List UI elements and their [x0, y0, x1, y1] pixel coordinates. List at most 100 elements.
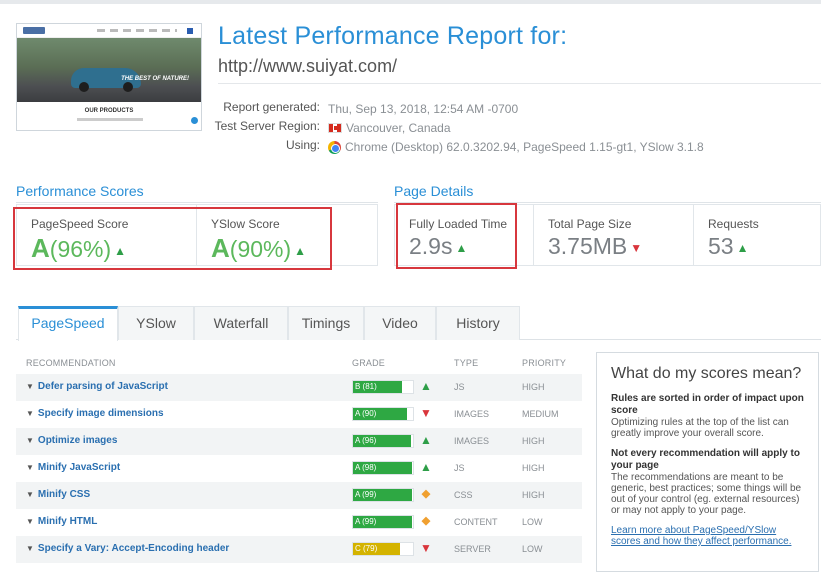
type-cell: SERVER — [454, 544, 491, 554]
recommendation-label[interactable]: ▼ Minify JavaScript — [26, 462, 120, 473]
trend-up-icon: ▲ — [736, 240, 749, 255]
expand-caret-icon[interactable]: ▼ — [26, 409, 34, 418]
grade-fill: A (99) — [353, 489, 412, 501]
chevron-down-icon: ▼ — [420, 541, 432, 555]
help-text-1: Optimizing rules at the top of the list … — [611, 417, 789, 439]
highlight-fully-loaded — [396, 203, 517, 269]
trend-down-icon: ▼ — [630, 240, 643, 255]
col-grade[interactable]: GRADE — [352, 358, 385, 368]
meta-value: Vancouver, Canada — [328, 119, 451, 137]
tab-timings[interactable]: Timings — [288, 306, 364, 340]
type-cell: IMAGES — [454, 436, 490, 446]
tab-yslow[interactable]: YSlow — [118, 306, 194, 340]
table-row[interactable]: ▼ Minify CSS A (99) ◆ CSS HIGH — [16, 482, 582, 509]
recommendation-label[interactable]: ▼ Specify a Vary: Accept-Encoding header — [26, 543, 229, 554]
priority-cell: LOW — [522, 517, 543, 527]
performance-scores-label: Performance Scores — [16, 183, 144, 199]
recommendation-text: Defer parsing of JavaScript — [37, 381, 168, 392]
type-cell: CONTENT — [454, 517, 498, 527]
col-priority[interactable]: PRIORITY — [522, 358, 566, 368]
type-cell: CSS — [454, 490, 473, 500]
car-wheel — [123, 82, 133, 92]
thumbnail-nav-links — [97, 29, 177, 32]
page-thumbnail[interactable]: THE BEST OF NATURE! OUR PRODUCTS — [16, 23, 202, 131]
chrome-icon — [328, 140, 341, 154]
recommendation-label[interactable]: ▼ Defer parsing of JavaScript — [26, 381, 168, 392]
chevron-down-icon: ▼ — [420, 406, 432, 420]
grade-fill: A (99) — [353, 516, 412, 528]
tab-pagespeed[interactable]: PageSpeed — [18, 306, 118, 341]
recommendation-text: Specify image dimensions — [37, 408, 164, 419]
meta-value-text: Thu, Sep 13, 2018, 12:54 AM -0700 — [328, 102, 519, 116]
expand-caret-icon[interactable]: ▼ — [26, 463, 34, 472]
grade-bar: A (99) — [352, 488, 414, 502]
table-row[interactable]: ▼ Minify HTML A (99) ◆ CONTENT LOW — [16, 509, 582, 536]
col-recommendation[interactable]: RECOMMENDATION — [26, 358, 116, 368]
grade-bar: B (81) — [352, 380, 414, 394]
recommendation-label[interactable]: ▼ Minify CSS — [26, 489, 90, 500]
expand-caret-icon[interactable]: ▼ — [26, 490, 34, 499]
learn-more-link[interactable]: Learn more about PageSpeed/YSlow scores … — [611, 525, 804, 547]
requests-count: 53 — [708, 233, 734, 259]
grade-fill: C (79) — [353, 543, 400, 555]
recommendation-text: Minify HTML — [37, 516, 98, 527]
table-row[interactable]: ▼ Specify image dimensions A (90) ▼ IMAGES ME… — [16, 401, 582, 428]
meta-key: Report generated: — [223, 100, 320, 114]
diamond-icon: ◆ — [421, 515, 431, 527]
table-row[interactable]: ▼ Optimize images A (96) ▲ IMAGES HIGH — [16, 428, 582, 455]
priority-cell: HIGH — [522, 382, 545, 392]
thumbnail-navbar — [17, 24, 201, 38]
priority-cell: MEDIUM — [522, 409, 559, 419]
grade-fill: A (96) — [353, 435, 411, 447]
thumbnail-hero: THE BEST OF NATURE! — [17, 38, 201, 102]
table-row[interactable]: ▼ Specify a Vary: Accept-Encoding header C… — [16, 536, 582, 563]
requests-value: 53 ▲ — [708, 233, 748, 260]
tab-history[interactable]: History — [436, 306, 520, 340]
priority-cell: HIGH — [522, 463, 545, 473]
expand-caret-icon[interactable]: ▼ — [26, 544, 34, 553]
grade-bar: A (90) — [352, 407, 414, 421]
recommendation-text: Specify a Vary: Accept-Encoding header — [37, 543, 230, 554]
meta-using: Using: Chrome (Desktop) 62.0.3202.94, Pa… — [200, 138, 820, 156]
recommendation-label[interactable]: ▼ Optimize images — [26, 435, 117, 446]
page-size-value: 3.75MB ▼ — [548, 233, 642, 260]
help-title: What do my scores mean? — [611, 365, 802, 382]
requests-card[interactable]: Requests 53 ▲ — [694, 205, 821, 265]
expand-caret-icon[interactable]: ▼ — [26, 382, 34, 391]
table-row[interactable]: ▼ Defer parsing of JavaScript B (81) ▲ JS HIG… — [16, 374, 582, 401]
priority-cell: HIGH — [522, 436, 545, 446]
page-size-text: 3.75MB — [548, 233, 628, 259]
page-size-card[interactable]: Total Page Size 3.75MB ▼ — [534, 205, 694, 265]
recommendation-label[interactable]: ▼ Specify image dimensions — [26, 408, 164, 419]
scores-help-box: What do my scores mean? Rules are sorted… — [596, 352, 819, 572]
grade-bar: C (79) — [352, 542, 414, 556]
help-heading-2: Not every recommendation will apply to y… — [611, 448, 800, 471]
page-size-label: Total Page Size — [548, 217, 632, 231]
expand-caret-icon[interactable]: ▼ — [26, 436, 34, 445]
recommendation-text: Optimize images — [37, 435, 118, 446]
meta-key: Using: — [285, 138, 320, 152]
tab-video[interactable]: Video — [364, 306, 436, 340]
expand-caret-icon[interactable]: ▼ — [26, 517, 34, 526]
car-wheel — [79, 82, 89, 92]
table-row[interactable]: ▼ Minify JavaScript A (98) ▲ JS HIGH — [16, 455, 582, 482]
page-details-label: Page Details — [394, 183, 474, 199]
meta-key: Test Server Region: — [214, 119, 320, 133]
type-cell: JS — [454, 463, 465, 473]
meta-value-text: Vancouver, Canada — [346, 121, 451, 135]
recommendation-text: Minify CSS — [37, 489, 91, 500]
grade-fill: A (98) — [353, 462, 412, 474]
chevron-up-icon: ▲ — [420, 460, 432, 474]
grade-bar: A (99) — [352, 515, 414, 529]
grade-fill: B (81) — [353, 381, 402, 393]
canada-flag-icon — [328, 123, 342, 133]
meta-value: Thu, Sep 13, 2018, 12:54 AM -0700 — [328, 100, 518, 118]
meta-test-region: Test Server Region: Vancouver, Canada — [200, 119, 820, 137]
recommendation-label[interactable]: ▼ Minify HTML — [26, 516, 97, 527]
page-title: Latest Performance Report for: — [218, 22, 568, 50]
chat-bubble-icon — [191, 117, 198, 124]
col-type[interactable]: TYPE — [454, 358, 478, 368]
performance-rule — [16, 202, 378, 203]
tab-waterfall[interactable]: Waterfall — [194, 306, 288, 340]
thumbnail-hero-caption: THE BEST OF NATURE! — [121, 76, 189, 82]
